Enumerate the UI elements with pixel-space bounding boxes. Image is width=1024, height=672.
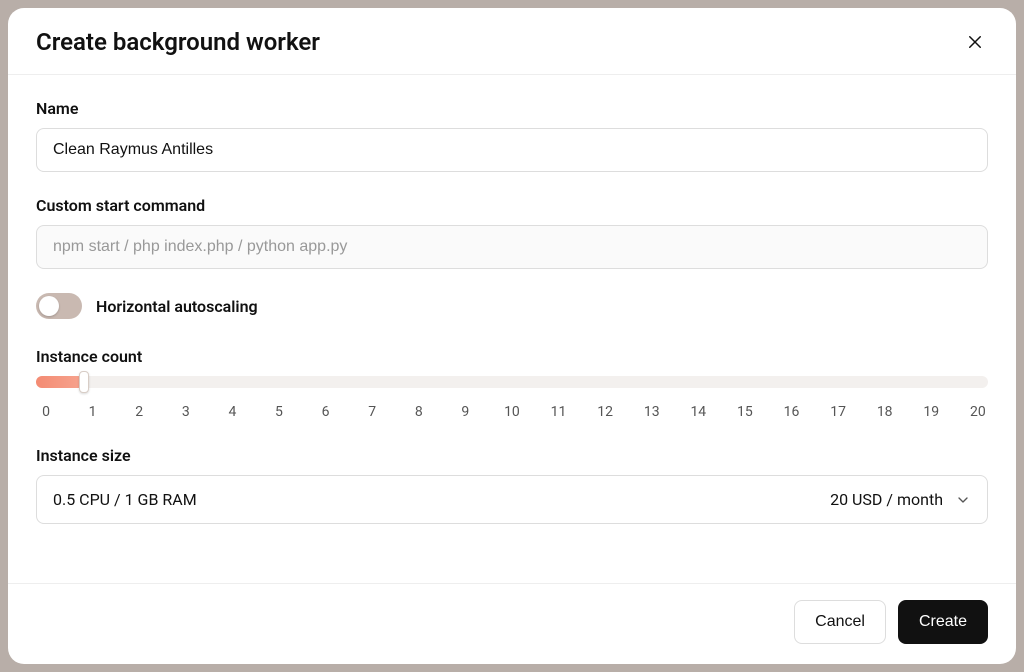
- create-button[interactable]: Create: [898, 600, 988, 644]
- name-field: Name: [36, 99, 988, 172]
- autoscaling-field: Horizontal autoscaling: [36, 293, 988, 319]
- instance-size-price: 20 USD / month: [830, 490, 943, 509]
- instance-size-field: Instance size 0.5 CPU / 1 GB RAM 20 USD …: [36, 446, 988, 524]
- command-input[interactable]: [36, 225, 988, 269]
- modal-footer: Cancel Create: [8, 583, 1016, 664]
- slider-tick: 16: [782, 404, 802, 420]
- cancel-button[interactable]: Cancel: [794, 600, 886, 644]
- slider-tick: 15: [735, 404, 755, 420]
- toggle-knob: [39, 296, 59, 316]
- command-field: Custom start command: [36, 196, 988, 269]
- autoscaling-label: Horizontal autoscaling: [96, 297, 258, 316]
- instance-count-field: Instance count 0123456789101112131415161…: [36, 347, 988, 420]
- slider-tick: 18: [875, 404, 895, 420]
- chevron-down-icon: [955, 492, 971, 508]
- modal-body: Name Custom start command Horizontal aut…: [8, 75, 1016, 583]
- close-button[interactable]: [962, 29, 988, 55]
- name-input[interactable]: [36, 128, 988, 172]
- instance-size-value: 0.5 CPU / 1 GB RAM: [53, 490, 197, 509]
- slider-tick: 1: [83, 404, 103, 420]
- slider-tick: 2: [129, 404, 149, 420]
- slider-tick: 7: [362, 404, 382, 420]
- instance-size-price-wrap: 20 USD / month: [830, 490, 971, 509]
- modal-header: Create background worker: [8, 8, 1016, 75]
- slider-tick: 10: [502, 404, 522, 420]
- slider-tick: 12: [595, 404, 615, 420]
- slider-tick: 6: [316, 404, 336, 420]
- slider-tick: 13: [642, 404, 662, 420]
- slider-tick: 19: [921, 404, 941, 420]
- slider-tick: 5: [269, 404, 289, 420]
- slider-tick: 9: [455, 404, 475, 420]
- slider-tick: 14: [688, 404, 708, 420]
- slider-ticks: 01234567891011121314151617181920: [36, 396, 988, 420]
- create-worker-modal: Create background worker Name Custom sta…: [8, 8, 1016, 664]
- slider-tick: 11: [549, 404, 569, 420]
- modal-title: Create background worker: [36, 28, 320, 56]
- slider-thumb[interactable]: [79, 371, 89, 393]
- slider-fill: [36, 376, 84, 388]
- instance-size-select[interactable]: 0.5 CPU / 1 GB RAM 20 USD / month: [36, 475, 988, 524]
- autoscaling-toggle[interactable]: [36, 293, 82, 319]
- command-label: Custom start command: [36, 196, 988, 215]
- slider-tick: 20: [968, 404, 988, 420]
- instance-count-label: Instance count: [36, 347, 988, 366]
- slider-tick: 8: [409, 404, 429, 420]
- name-label: Name: [36, 99, 988, 118]
- slider-tick: 4: [222, 404, 242, 420]
- instance-size-label: Instance size: [36, 446, 988, 465]
- instance-count-slider[interactable]: [36, 376, 988, 388]
- slider-tick: 0: [36, 404, 56, 420]
- slider-tick: 17: [828, 404, 848, 420]
- close-icon: [966, 33, 984, 51]
- slider-tick: 3: [176, 404, 196, 420]
